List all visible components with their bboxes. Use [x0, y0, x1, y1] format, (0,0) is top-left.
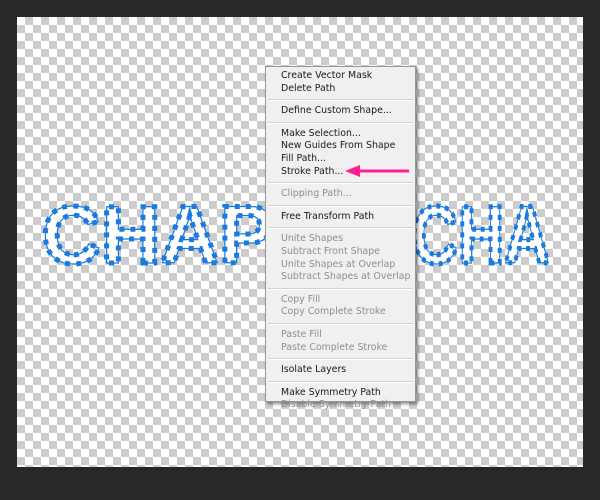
menu-separator — [268, 227, 413, 230]
menu-item-disable-symmetry-path: Disable Symmetry Path — [281, 399, 391, 411]
menu-separator — [268, 287, 413, 290]
menu-separator — [268, 322, 413, 325]
menu-separator — [268, 182, 413, 185]
menu-item-create-vector-mask[interactable]: Create Vector Mask — [266, 70, 415, 83]
menu-item-subtract-shapes-at-overlap: Subtract Shapes at Overlap — [281, 271, 411, 283]
menu-item-new-guides-from-shape[interactable]: New Guides From Shape — [266, 140, 415, 153]
menu-item-unite-shapes: Unite Shapes — [281, 233, 344, 245]
anchor-points-left: CHAP — [42, 190, 274, 281]
menu-item-unite-shapes-at-overlap: Unite Shapes at Overlap — [281, 258, 396, 270]
arrow-left-icon — [345, 165, 409, 177]
menu-item-copy-fill: Copy Fill — [281, 293, 321, 305]
menu-separator — [268, 121, 413, 124]
menu-separator — [268, 99, 413, 102]
menu-item-isolate-layers[interactable]: Isolate Layers — [266, 364, 415, 377]
menu-item-define-custom-shape[interactable]: Define Custom Shape... — [266, 105, 415, 118]
anchor-points-right: CHA — [412, 190, 550, 281]
menu-item-clipping-path: Clipping Path... — [281, 188, 352, 200]
menu-item-free-transform-path[interactable]: Free Transform Path — [266, 211, 415, 224]
menu-item-copy-complete-stroke: Copy Complete Stroke — [281, 306, 386, 318]
menu-item-paste-complete-stroke: Paste Complete Stroke — [281, 341, 388, 353]
menu-item-paste-fill: Paste Fill — [281, 328, 322, 340]
menu-item-delete-path[interactable]: Delete Path — [266, 83, 415, 96]
menu-separator — [268, 358, 413, 361]
menu-item-make-symmetry-path[interactable]: Make Symmetry Path — [266, 387, 415, 400]
menu-item-make-selection[interactable]: Make Selection... — [266, 128, 415, 141]
menu-item-subtract-front-shape: Subtract Front Shape — [281, 245, 380, 257]
context-menu: Create Vector Mask Delete Path Define Cust… — [265, 66, 416, 410]
menu-separator — [268, 380, 413, 383]
menu-separator — [268, 204, 413, 207]
